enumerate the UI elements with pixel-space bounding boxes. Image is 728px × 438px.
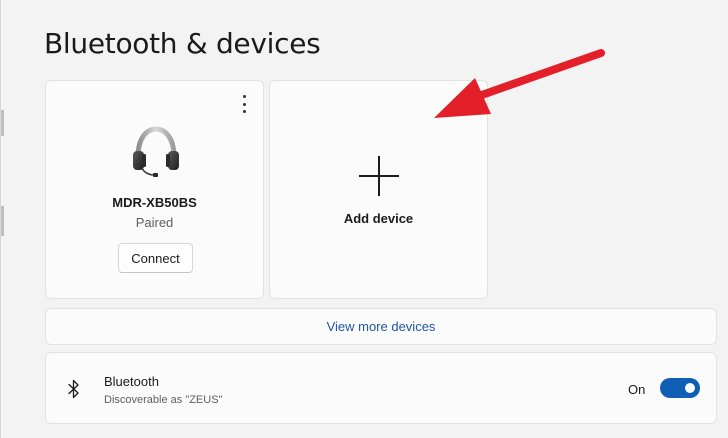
bluetooth-title: Bluetooth <box>104 374 159 389</box>
bluetooth-icon <box>68 379 79 399</box>
add-device-button[interactable]: Add device <box>269 80 488 299</box>
plus-icon <box>359 156 399 196</box>
device-name: MDR-XB50BS <box>112 195 197 210</box>
left-edge-marker <box>1 206 4 236</box>
add-device-label: Add device <box>343 211 414 226</box>
left-edge-marker <box>1 110 4 136</box>
view-more-devices-link[interactable]: View more devices <box>45 308 717 345</box>
bluetooth-discoverable-text: Discoverable as "ZEUS" <box>104 394 223 406</box>
view-more-devices-label: View more devices <box>326 319 436 334</box>
connect-button[interactable]: Connect <box>118 243 193 273</box>
toggle-knob <box>685 383 695 393</box>
more-options-icon[interactable] <box>239 95 249 113</box>
headset-icon <box>133 126 179 177</box>
device-card-mdr-xb50bs[interactable]: MDR-XB50BS Paired Connect <box>45 80 264 299</box>
settings-window: Bluetooth & devices MDR-XB50BS Paired Co… <box>0 0 728 438</box>
bluetooth-toggle[interactable] <box>660 378 700 398</box>
bluetooth-toggle-state-label: On <box>628 382 646 397</box>
page-title: Bluetooth & devices <box>44 27 321 60</box>
device-status: Paired <box>135 215 174 230</box>
bluetooth-setting-row: Bluetooth Discoverable as "ZEUS" On <box>45 352 717 424</box>
